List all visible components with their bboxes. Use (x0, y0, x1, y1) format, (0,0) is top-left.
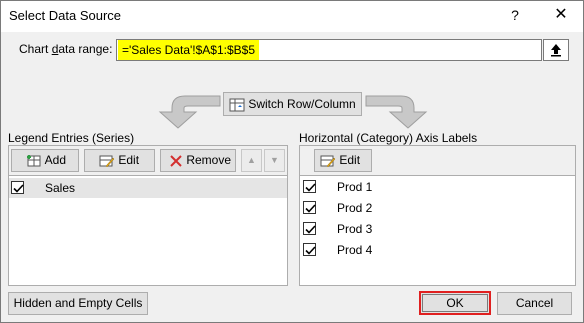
axis-item-prod-3[interactable]: Prod 3 (300, 219, 575, 240)
axis-checkbox-prod-2[interactable] (303, 201, 316, 214)
remove-series-button[interactable]: Remove (160, 149, 236, 172)
edit-axis-labels-label: Edit (339, 153, 361, 167)
edit-series-label: Edit (118, 153, 140, 167)
dialog-title: Select Data Source (9, 8, 122, 23)
move-up-icon: ▲ (247, 155, 256, 165)
ok-label: OK (446, 296, 464, 310)
axis-item-label: Prod 4 (337, 243, 373, 257)
switch-grid-icon (229, 98, 245, 112)
hidden-empty-cells-button[interactable]: Hidden and Empty Cells (8, 292, 148, 315)
collapse-dialog-button[interactable] (543, 39, 569, 61)
chart-data-range-label: Chart data range: (19, 42, 113, 56)
axis-item-prod-2[interactable]: Prod 2 (300, 198, 575, 219)
axis-item-prod-4[interactable]: Prod 4 (300, 240, 575, 261)
add-series-label: Add (44, 153, 67, 167)
edit-table-icon (99, 155, 115, 168)
axis-labels-panel: Edit Prod 1 Prod 2 Prod 3 Prod 4 (299, 145, 576, 286)
switch-row-column-label: Switch Row/Column (248, 97, 356, 111)
edit-table-icon (320, 155, 336, 168)
checkmark-icon (305, 183, 316, 192)
ok-button[interactable]: OK (419, 291, 491, 315)
checkmark-icon (305, 225, 316, 234)
cancel-button[interactable]: Cancel (497, 292, 572, 315)
help-button[interactable]: ? (508, 4, 522, 26)
axis-checkbox-prod-3[interactable] (303, 222, 316, 235)
add-table-icon (27, 154, 41, 167)
edit-axis-labels-button[interactable]: Edit (314, 149, 372, 172)
move-down-icon: ▼ (270, 155, 279, 165)
axis-item-prod-1[interactable]: Prod 1 (300, 177, 575, 198)
move-up-button[interactable]: ▲ (241, 149, 262, 172)
edit-series-button[interactable]: Edit (84, 149, 155, 172)
series-name-sales: Sales (45, 181, 76, 195)
legend-entries-label: Legend Entries (Series) (8, 131, 135, 145)
right-curved-arrow-icon (365, 95, 428, 129)
left-curved-arrow-icon (158, 95, 221, 129)
upload-arrow-icon (551, 44, 561, 57)
switch-row-column-button[interactable]: Switch Row/Column (223, 92, 362, 116)
add-series-button[interactable]: Add (11, 149, 79, 172)
close-button[interactable]: ✕ (549, 4, 573, 26)
move-down-button[interactable]: ▼ (264, 149, 285, 172)
axis-checkbox-prod-4[interactable] (303, 243, 316, 256)
series-row-sales[interactable]: Sales (9, 178, 287, 198)
axis-item-label: Prod 1 (337, 180, 373, 194)
axis-checkbox-prod-1[interactable] (303, 180, 316, 193)
remove-x-icon (170, 155, 182, 167)
checkmark-icon (305, 204, 316, 213)
series-checkbox-sales[interactable] (11, 181, 24, 194)
axis-item-label: Prod 3 (337, 222, 373, 236)
axis-labels-label: Horizontal (Category) Axis Labels (299, 131, 478, 145)
axis-item-label: Prod 2 (337, 201, 373, 215)
chart-data-range-value[interactable]: ='Sales Data'!$A$1:$B$5 (118, 40, 260, 60)
legend-entries-panel: Add Edit Remove ▲ ▼ Sales (8, 145, 288, 286)
remove-series-label: Remove (186, 153, 232, 167)
checkmark-icon (13, 184, 24, 193)
checkmark-icon (305, 246, 316, 255)
